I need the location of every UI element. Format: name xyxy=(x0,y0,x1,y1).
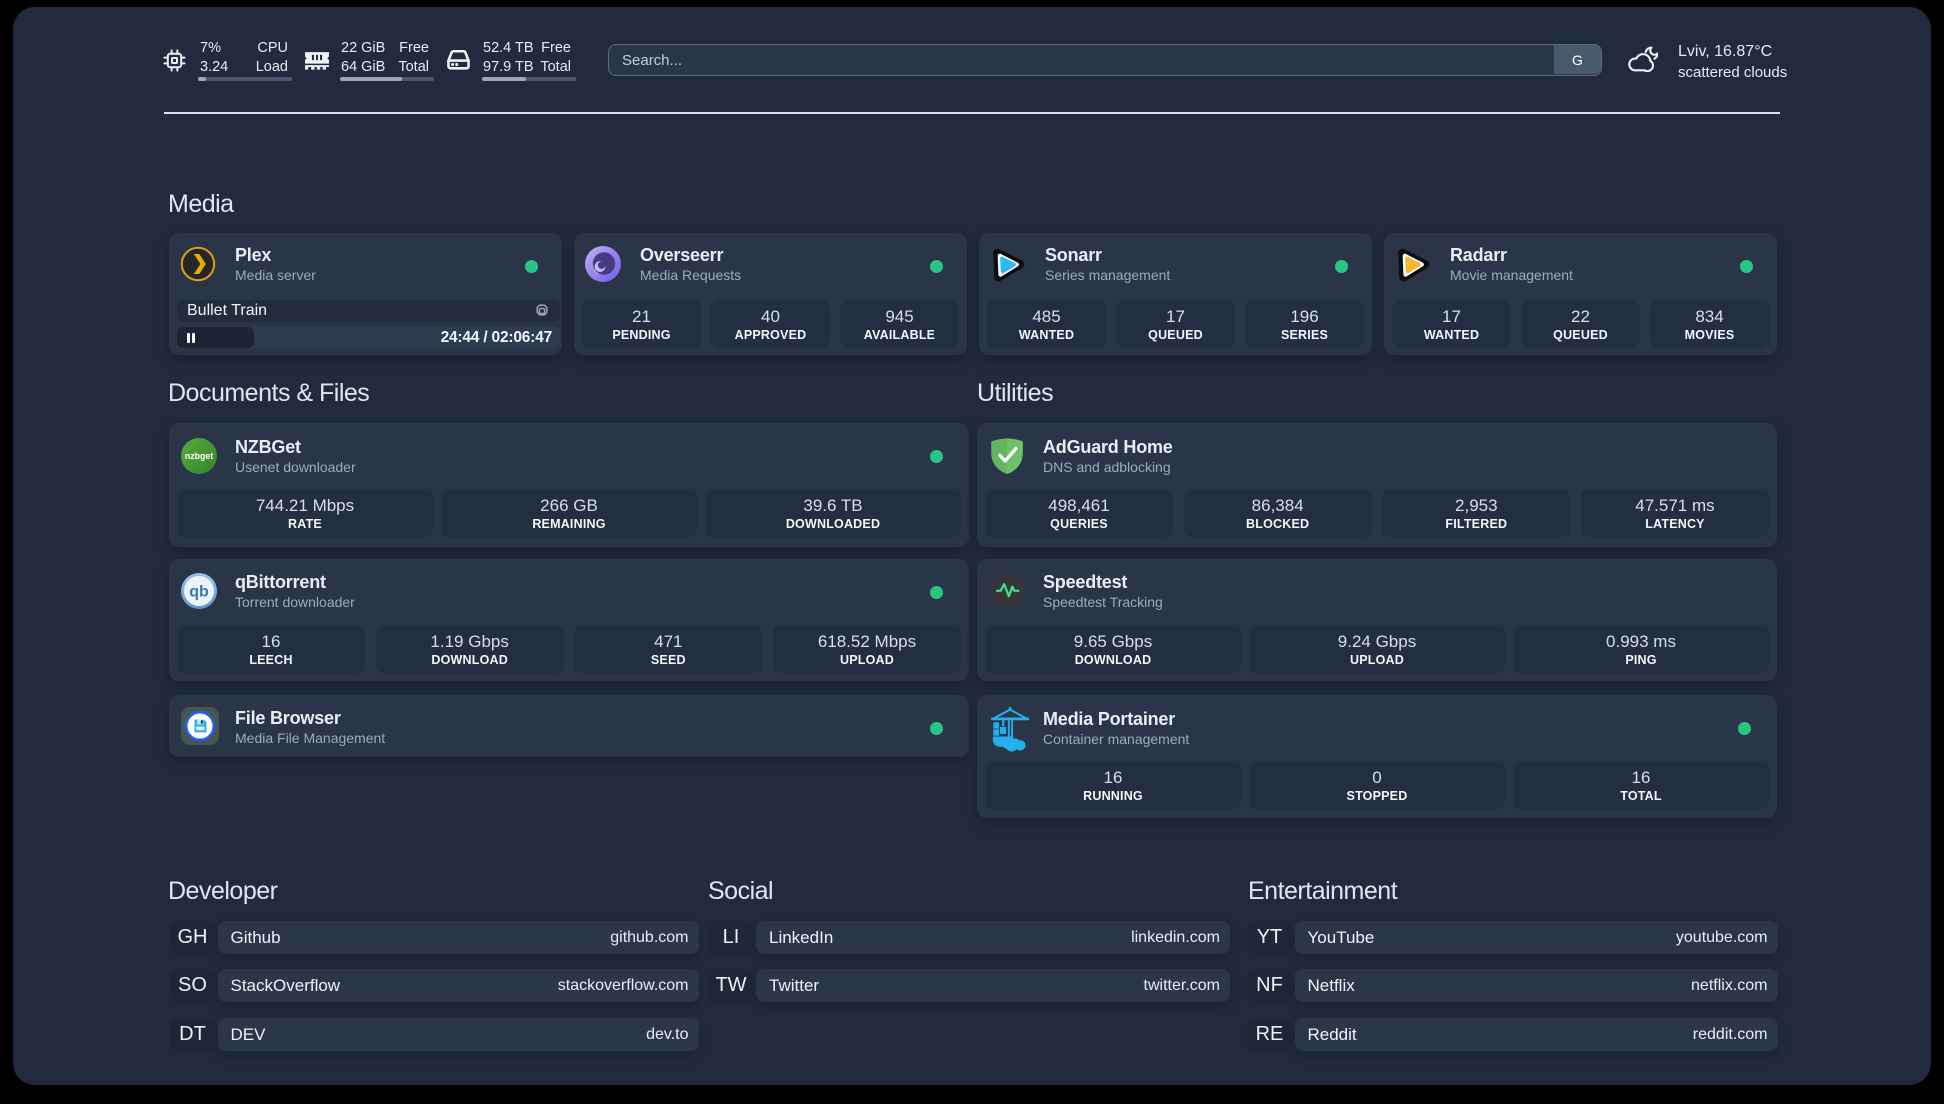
svg-text:nzbget: nzbget xyxy=(185,451,213,461)
svg-text:qb: qb xyxy=(189,584,209,601)
